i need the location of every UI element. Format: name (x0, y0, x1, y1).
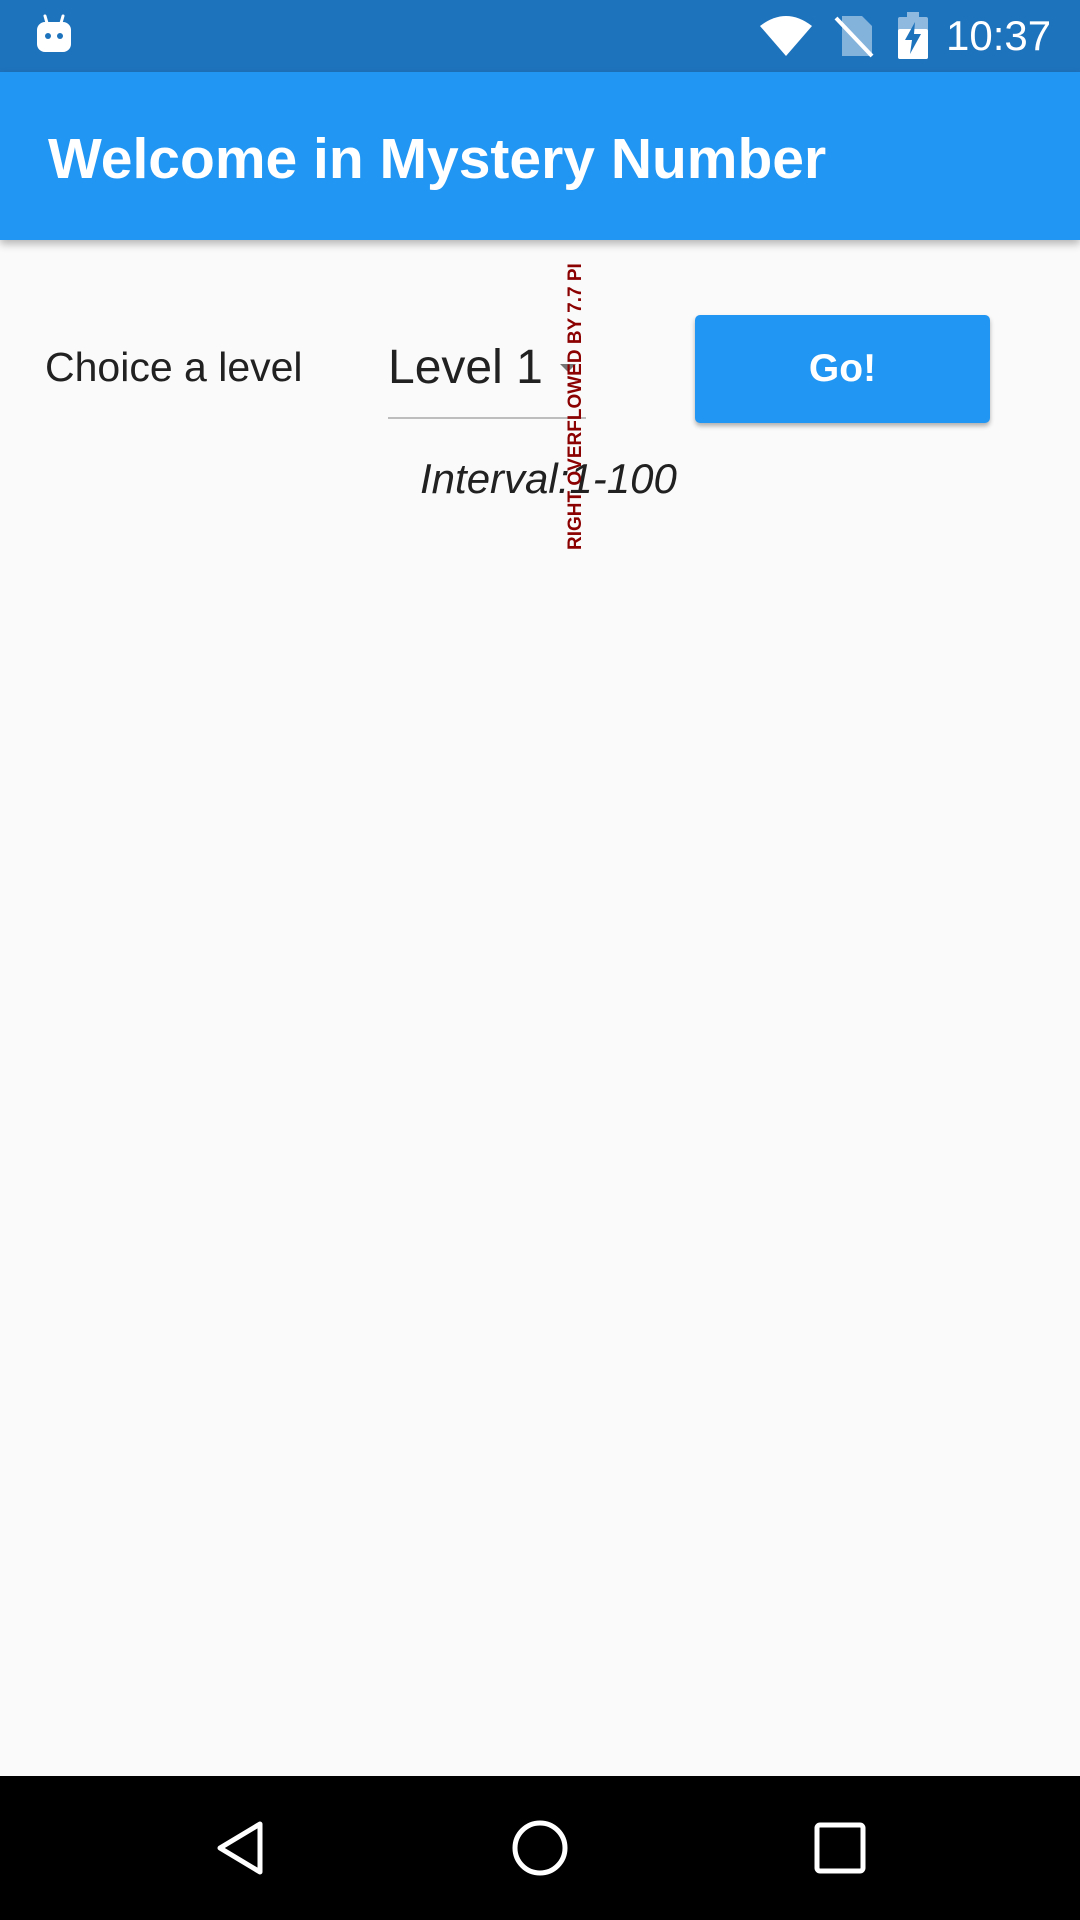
level-label: Choice a level (45, 344, 303, 390)
back-button[interactable] (160, 1776, 320, 1920)
recents-icon (814, 1822, 866, 1874)
navigation-bar (0, 1776, 1080, 1920)
back-icon (217, 1821, 263, 1875)
battery-charging-icon (898, 12, 928, 59)
app-title: Welcome in Mystery Number (48, 127, 827, 191)
overflow-warning: RIGHT OVERFLOWED BY 7.7 PI (566, 263, 586, 550)
wifi-icon (760, 16, 812, 56)
status-clock: 10:37 (946, 12, 1052, 59)
home-icon (512, 1820, 568, 1876)
level-dropdown[interactable]: Level 1 (388, 336, 586, 419)
go-button[interactable]: Go! (695, 315, 990, 423)
android-robot-icon (37, 14, 71, 52)
interval-text: Interval:1-100 (420, 455, 677, 502)
level-dropdown-value: Level 1 (388, 341, 543, 394)
recents-button[interactable] (760, 1776, 920, 1920)
no-sim-icon (834, 16, 874, 58)
status-bar: 10:37 (0, 0, 1080, 72)
home-button[interactable] (460, 1776, 620, 1920)
app-bar: Welcome in Mystery Number (0, 72, 1080, 240)
